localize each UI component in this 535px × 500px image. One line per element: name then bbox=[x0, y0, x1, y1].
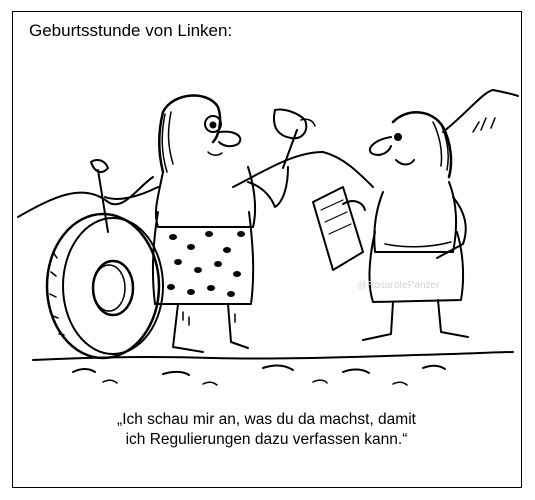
caveman-left-body bbox=[154, 166, 257, 228]
comic-panel: Geburtsstunde von Linken: @RosarotePanze… bbox=[12, 11, 522, 488]
writing-tablet bbox=[312, 186, 364, 271]
stone-wheel bbox=[45, 212, 164, 360]
caveman-left bbox=[90, 94, 316, 353]
caveman-right-mouth bbox=[395, 159, 415, 166]
caveman-right-hand bbox=[342, 200, 366, 211]
caveman-left-legs bbox=[172, 303, 249, 353]
caveman-left-arm-lower bbox=[104, 186, 159, 200]
watermark: @RosarotePanzer bbox=[357, 280, 440, 291]
caveman-right-nose bbox=[368, 136, 392, 156]
caveman-left-nose bbox=[218, 130, 242, 148]
mountain-center bbox=[232, 151, 374, 188]
caveman-right-legs bbox=[362, 299, 469, 341]
leopard-tunic bbox=[151, 211, 255, 305]
caveman-right-hair bbox=[391, 111, 453, 179]
caption-line-1: „Ich schau mir an, was du da machst, dam… bbox=[117, 411, 416, 428]
mountain-right bbox=[442, 89, 519, 133]
caveman-right bbox=[312, 111, 469, 341]
caveman-right-body bbox=[373, 181, 458, 253]
caption-line-2: ich Regulierungen dazu verfassen kann.“ bbox=[125, 431, 408, 448]
caption: „Ich schau mir an, was du da machst, dam… bbox=[13, 410, 520, 450]
